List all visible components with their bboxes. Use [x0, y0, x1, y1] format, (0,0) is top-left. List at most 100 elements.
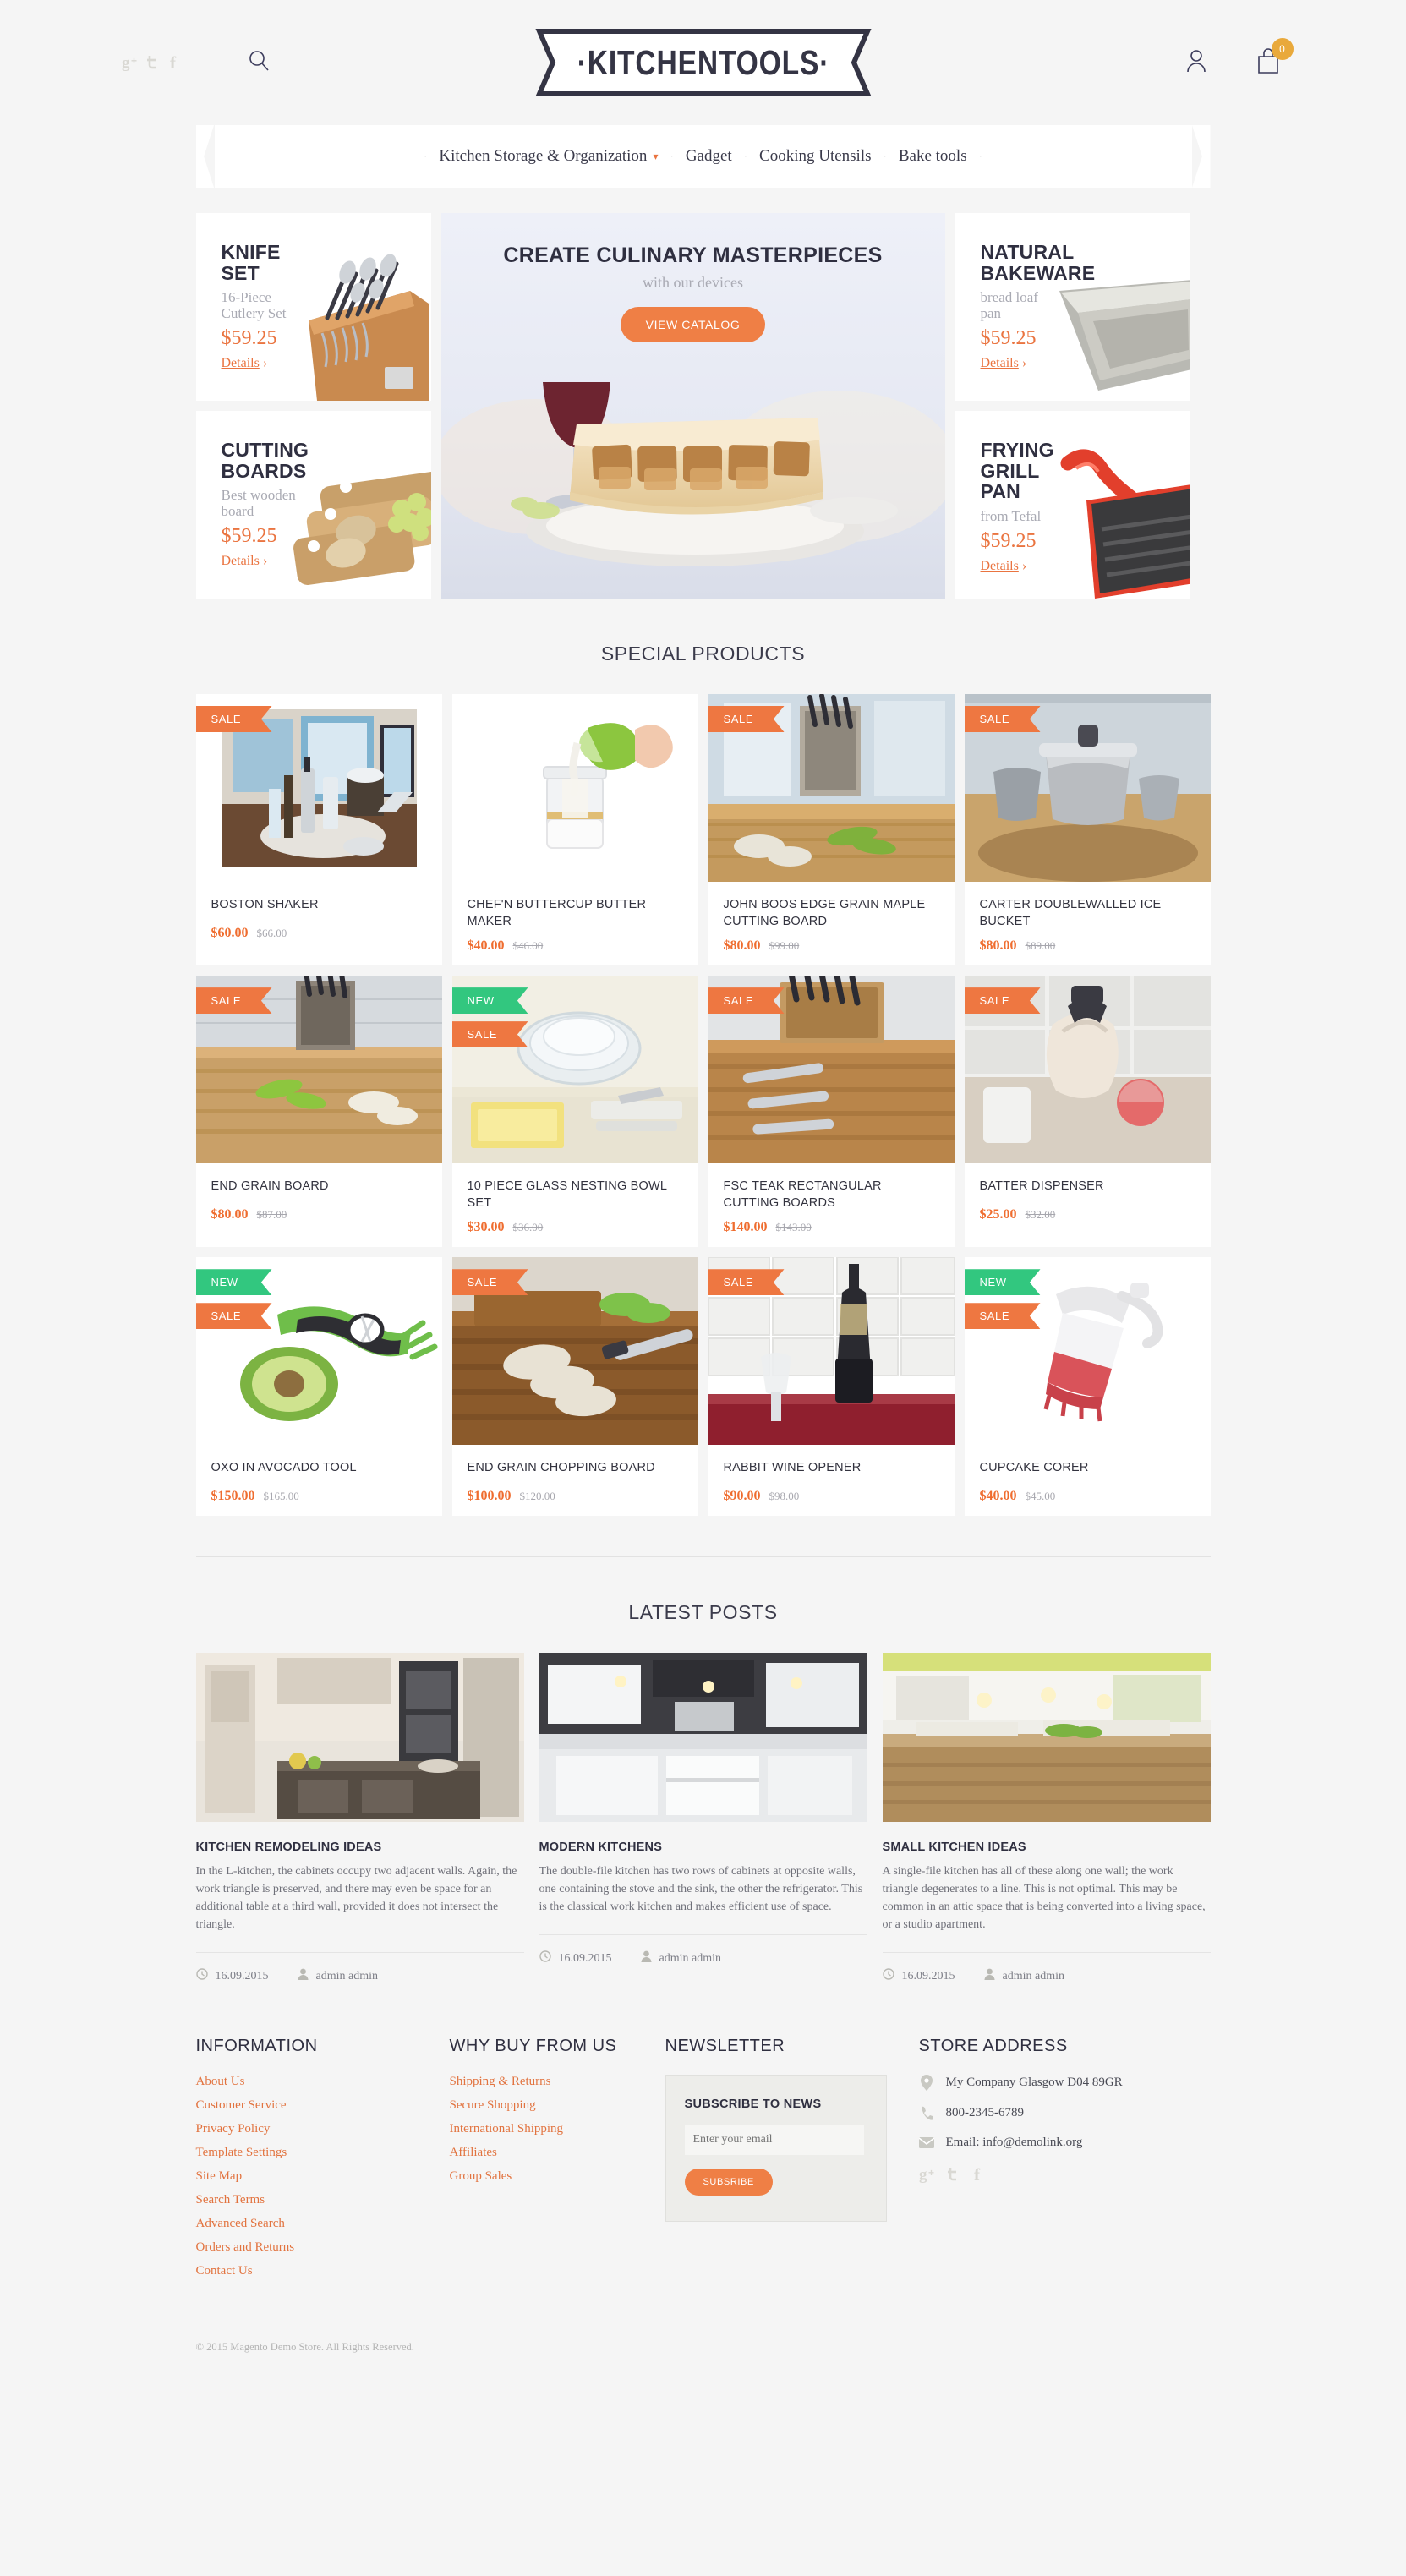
- footer-link-information-2[interactable]: Privacy Policy: [196, 2122, 450, 2136]
- product-image[interactable]: NEW SALE: [195, 1257, 442, 1446]
- footer-link-whybuy-0[interactable]: Shipping & Returns: [450, 2075, 665, 2089]
- user-icon[interactable]: [1185, 48, 1207, 78]
- blog-post-meta: 16.09.2015 admin admin: [882, 1952, 1211, 1984]
- product-name[interactable]: CARTER DOUBLEWALLED ICE BUCKET: [965, 882, 1211, 930]
- product-badge-new: NEW: [195, 1269, 272, 1296]
- promo-details-link[interactable]: Details ›: [222, 554, 348, 569]
- blog-post-card[interactable]: KITCHEN REMODELING IDEAS In the L-kitchen…: [195, 1653, 524, 1984]
- product-image[interactable]: NEW SALE: [451, 976, 698, 1164]
- google-plus-icon[interactable]: g +: [122, 53, 139, 72]
- promo-title: CUTTING BOARDS: [221, 439, 309, 482]
- product-card[interactable]: SALE JOHN BOOS EDGE GRAIN MAPLE CUTTING B…: [708, 694, 955, 966]
- promo-price: $59.25: [221, 525, 277, 548]
- product-image[interactable]: SALE: [708, 976, 955, 1164]
- product-card[interactable]: NEW SALE 10 PIECE GLASS NESTING BOWL SET $3…: [451, 976, 698, 1248]
- product-card[interactable]: SALE END GRAIN CHOPPING BOARD $100.00 $120.…: [451, 1257, 698, 1517]
- product-card[interactable]: CHEF'N BUTTERCUP BUTTER MAKER $40.00 $46.0…: [451, 694, 698, 966]
- footer-link-information-6[interactable]: Advanced Search: [196, 2217, 450, 2231]
- product-prices: $90.00 $98.00: [708, 1480, 955, 1504]
- nav-item-3[interactable]: Bake tools: [899, 147, 967, 166]
- footer-link-whybuy-2[interactable]: International Shipping: [450, 2122, 665, 2136]
- product-badge-sale: SALE: [708, 987, 785, 1015]
- blog-post-author: admin admin: [315, 1969, 379, 1983]
- product-image[interactable]: [451, 694, 698, 882]
- product-image[interactable]: SALE: [708, 694, 955, 882]
- product-name[interactable]: JOHN BOOS EDGE GRAIN MAPLE CUTTING BOARD: [708, 882, 955, 930]
- blog-post-image[interactable]: [539, 1653, 867, 1823]
- product-image[interactable]: SALE: [708, 1257, 955, 1446]
- footer-link-whybuy-1[interactable]: Secure Shopping: [450, 2098, 665, 2113]
- footer-link-information-4[interactable]: Site Map: [196, 2169, 450, 2184]
- footer-link-information-0[interactable]: About Us: [196, 2075, 450, 2089]
- promo-details-link[interactable]: Details ›: [222, 356, 348, 371]
- product-card[interactable]: NEW SALE CUPCAKE CORER $40.00 $45.00: [964, 1257, 1211, 1517]
- blog-post-image[interactable]: [882, 1653, 1211, 1823]
- promo-title: KNIFE SET: [221, 241, 281, 284]
- footer-link-whybuy-3[interactable]: Affiliates: [450, 2146, 665, 2160]
- cart-icon[interactable]: 0: [1256, 37, 1294, 79]
- product-card[interactable]: SALE BOSTON SHAKER $60.00 $66.00: [195, 694, 442, 966]
- product-name[interactable]: FSC TEAK RECTANGULAR CUTTING BOARDS: [708, 1163, 955, 1211]
- blog-post-title[interactable]: KITCHEN REMODELING IDEAS: [196, 1840, 524, 1854]
- footer-link-information-8[interactable]: Contact Us: [196, 2264, 450, 2278]
- footer-link-information-1[interactable]: Customer Service: [196, 2098, 450, 2113]
- product-old-price: $87.00: [256, 1208, 287, 1222]
- product-name[interactable]: CUPCAKE CORER: [965, 1445, 1211, 1480]
- blog-post-card[interactable]: SMALL KITCHEN IDEAS A single-file kitchen…: [882, 1653, 1211, 1984]
- twitter-icon[interactable]: [947, 2165, 962, 2184]
- blog-post-image[interactable]: [195, 1653, 524, 1823]
- footer-link-information-5[interactable]: Search Terms: [196, 2193, 450, 2207]
- product-name[interactable]: CHEF'N BUTTERCUP BUTTER MAKER: [452, 882, 698, 930]
- twitter-icon[interactable]: [146, 53, 161, 72]
- blog-post-card[interactable]: MODERN KITCHENS The double-file kitchen h…: [539, 1653, 867, 1984]
- product-image[interactable]: SALE: [964, 694, 1211, 882]
- product-name[interactable]: 10 PIECE GLASS NESTING BOWL SET: [452, 1163, 698, 1211]
- promo-details-link[interactable]: Details ›: [981, 559, 1108, 574]
- promo-details-link[interactable]: Details ›: [981, 356, 1108, 371]
- hero-slider[interactable]: CREATE CULINARY MASTERPIECES with our de…: [440, 213, 945, 599]
- product-image[interactable]: SALE: [451, 1257, 698, 1446]
- product-badges: NEW SALE: [451, 987, 528, 1055]
- blog-post-title[interactable]: SMALL KITCHEN IDEAS: [883, 1840, 1211, 1854]
- promo-knife-set[interactable]: KNIFE SET 16-Piece Cutlery Set $59.25 De…: [195, 213, 431, 401]
- blog-post-title[interactable]: MODERN KITCHENS: [539, 1840, 867, 1854]
- promo-cutting-boards[interactable]: CUTTING BOARDS Best wooden board $59.25 …: [195, 411, 431, 599]
- product-card[interactable]: SALE CARTER DOUBLEWALLED ICE BUCKET $80.00…: [964, 694, 1211, 966]
- product-name[interactable]: RABBIT WINE OPENER: [708, 1445, 955, 1480]
- google-plus-icon[interactable]: g +: [919, 2165, 936, 2184]
- facebook-icon[interactable]: f: [973, 2165, 984, 2184]
- product-name[interactable]: OXO IN AVOCADO TOOL: [196, 1445, 442, 1480]
- footer-link-information-3[interactable]: Template Settings: [196, 2146, 450, 2160]
- promo-natural-bakeware[interactable]: NATURAL BAKEWARE bread loaf pan $59.25 D…: [955, 213, 1190, 401]
- subscribe-button[interactable]: SUBSRIBE: [684, 2169, 773, 2196]
- product-name[interactable]: BATTER DISPENSER: [965, 1163, 1211, 1199]
- view-catalog-button[interactable]: VIEW CATALOG: [620, 307, 766, 342]
- nav-item-1[interactable]: Gadget: [686, 147, 732, 166]
- product-old-price: $46.00: [512, 939, 544, 953]
- product-image[interactable]: SALE: [195, 694, 442, 882]
- search-icon[interactable]: [248, 49, 271, 76]
- phone-icon: [919, 2106, 934, 2120]
- product-name[interactable]: END GRAIN BOARD: [196, 1163, 442, 1199]
- site-logo[interactable]: ·KITCHENTOOLS·: [534, 29, 873, 96]
- product-image[interactable]: SALE: [964, 976, 1211, 1164]
- product-card[interactable]: SALE FSC TEAK RECTANGULAR CUTTING BOARDS $…: [708, 976, 955, 1248]
- nav-item-2[interactable]: Cooking Utensils: [759, 147, 871, 166]
- nav-item-0[interactable]: Kitchen Storage & Organization ▾: [439, 147, 658, 166]
- product-image[interactable]: SALE: [195, 976, 442, 1164]
- facebook-icon[interactable]: f: [169, 53, 180, 72]
- product-name[interactable]: END GRAIN CHOPPING BOARD: [452, 1445, 698, 1480]
- product-badges: SALE: [708, 1269, 785, 1303]
- footer-link-information-7[interactable]: Orders and Returns: [196, 2240, 450, 2255]
- product-card[interactable]: SALE END GRAIN BOARD $80.00 $87.00: [195, 976, 442, 1248]
- product-card[interactable]: NEW SALE OXO IN AVOCADO TOOL $150.00 $165.00: [195, 1257, 442, 1517]
- product-name[interactable]: BOSTON SHAKER: [196, 882, 442, 917]
- product-card[interactable]: SALE RABBIT WINE OPENER $90.00 $98.00: [708, 1257, 955, 1517]
- promo-frying-grill-pan[interactable]: FRYING GRILL PAN from Tefal $59.25 Detai…: [955, 411, 1190, 599]
- product-image[interactable]: NEW SALE: [964, 1257, 1211, 1446]
- product-badges: SALE: [708, 706, 785, 740]
- footer-link-whybuy-4[interactable]: Group Sales: [450, 2169, 665, 2184]
- svg-text:+: +: [131, 55, 137, 67]
- product-card[interactable]: SALE BATTER DISPENSER $25.00 $32.00: [964, 976, 1211, 1248]
- newsletter-email-input[interactable]: [684, 2125, 864, 2156]
